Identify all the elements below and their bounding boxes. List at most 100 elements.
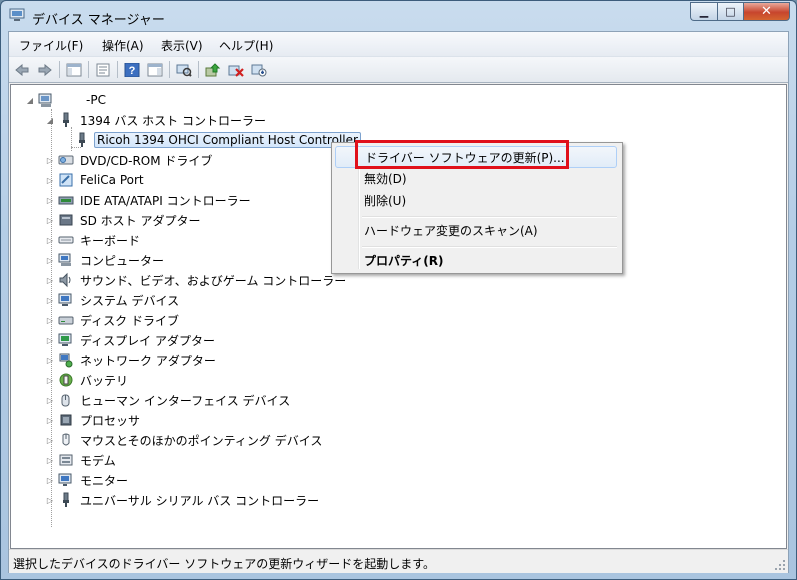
tree-item-batteries[interactable]: ▷ バッテリ — [45, 371, 130, 389]
expand-arrow-icon[interactable]: ▷ — [45, 476, 55, 485]
tree-item-label: モニター — [80, 473, 129, 488]
disk-drive-icon — [58, 312, 74, 328]
tree-item-display-adapters[interactable]: ▷ ディスプレイ アダプター — [45, 331, 217, 349]
tree-item-label: コンピューター — [80, 253, 165, 268]
back-icon[interactable] — [13, 61, 31, 78]
uninstall-menu-item[interactable]: 削除(U) — [335, 189, 617, 211]
window-title: デバイス マネージャー — [32, 13, 165, 28]
tree-root[interactable]: ◢ -PC — [25, 91, 108, 109]
expand-arrow-icon[interactable]: ▷ — [45, 196, 55, 205]
tree-item-usb-controllers[interactable]: ▷ ユニバーサル シリアル バス コントローラー — [45, 491, 321, 509]
processor-icon — [58, 412, 74, 428]
forward-icon[interactable] — [36, 61, 54, 78]
expand-arrow-icon[interactable]: ▷ — [45, 296, 55, 305]
tree-item-sd-host-adapters[interactable]: ▷ SD ホスト アダプター — [45, 211, 203, 229]
resize-grip-icon[interactable] — [774, 559, 786, 571]
expand-arrow-icon[interactable]: ▷ — [45, 216, 55, 225]
tree-item-label: ネットワーク アダプター — [80, 353, 216, 368]
tree-item-label: プロセッサ — [80, 413, 141, 428]
expand-arrow-icon[interactable]: ▷ — [45, 236, 55, 245]
properties-menu-item[interactable]: プロパティ(R) — [335, 249, 617, 271]
disable-menu-item[interactable]: 無効(D) — [335, 167, 617, 189]
properties-icon[interactable] — [94, 61, 112, 78]
menu-help[interactable]: ヘルプ(H) — [219, 37, 273, 54]
expand-arrow-icon[interactable]: ▷ — [45, 496, 55, 505]
monitor-icon — [58, 472, 74, 488]
update-driver-icon[interactable] — [204, 61, 222, 78]
expand-arrow-icon[interactable]: ▷ — [45, 276, 55, 285]
svg-text:?: ? — [129, 65, 136, 77]
tree-item-label: SD ホスト アダプター — [80, 213, 201, 228]
tree-item-modems[interactable]: ▷ モデム — [45, 451, 118, 469]
tree-item-keyboards[interactable]: ▷ キーボード — [45, 231, 142, 249]
tree-item-network-adapters[interactable]: ▷ ネットワーク アダプター — [45, 351, 218, 369]
tree-item-label: マウスとそのほかのポインティング デバイス — [80, 433, 323, 448]
battery-icon — [58, 372, 74, 388]
expand-arrow-icon[interactable]: ▷ — [45, 396, 55, 405]
expand-arrow-icon[interactable]: ▷ — [45, 416, 55, 425]
menu-file[interactable]: ファイル(F) — [19, 37, 83, 54]
felica-port-icon — [58, 172, 74, 188]
tree-item-label: ディスプレイ アダプター — [80, 333, 215, 348]
modem-icon — [58, 452, 74, 468]
tree-root-label: -PC — [86, 93, 106, 107]
tree-item-sound-video-game-controllers[interactable]: ▷ サウンド、ビデオ、およびゲーム コントローラー — [45, 271, 348, 289]
help-icon[interactable]: ? — [123, 61, 141, 78]
computer-icon — [58, 252, 74, 268]
1394-plug-icon — [74, 132, 90, 148]
scan-hardware-icon[interactable] — [175, 61, 193, 78]
collapse-arrow-icon[interactable]: ◢ — [45, 116, 55, 125]
tree-item-label: Ricoh 1394 OHCI Compliant Host Controlle… — [94, 132, 361, 148]
tree-item-mice-pointing-devices[interactable]: ▷ マウスとそのほかのポインティング デバイス — [45, 431, 324, 449]
tree-item-label: IDE ATA/ATAPI コントローラー — [80, 193, 251, 208]
network-adapter-icon — [58, 352, 74, 368]
device-manager-window: デバイス マネージャー ▁ □ ✕ ファイル(F) 操作(A) 表示(V) ヘル… — [0, 0, 797, 580]
tree-item-monitors[interactable]: ▷ モニター — [45, 471, 130, 489]
speaker-icon — [58, 272, 74, 288]
tree-item-dvd-cd-rom-drives[interactable]: ▷ DVD/CD-ROM ドライブ — [45, 151, 214, 169]
tree-item-1394-controllers[interactable]: ◢ 1394 バス ホスト コントローラー — [45, 111, 268, 129]
expand-arrow-icon[interactable]: ▷ — [45, 336, 55, 345]
expand-arrow-icon[interactable]: ▷ — [45, 256, 55, 265]
tree-item-label: DVD/CD-ROM ドライブ — [80, 153, 213, 168]
tree-item-computer[interactable]: ▷ コンピューター — [45, 251, 166, 269]
show-hide-console-tree-icon[interactable] — [65, 61, 83, 78]
scan-hardware-menu-item[interactable]: ハードウェア変更のスキャン(A) — [335, 219, 617, 241]
toolbar: ? — [9, 57, 788, 83]
tree-item-label: バッテリ — [80, 373, 129, 388]
menu-view[interactable]: 表示(V) — [161, 37, 203, 54]
expand-arrow-icon[interactable]: ▷ — [45, 156, 55, 165]
tree-item-ide-ata-atapi-controllers[interactable]: ▷ IDE ATA/ATAPI コントローラー — [45, 191, 253, 209]
keyboard-icon — [58, 232, 74, 248]
menu-bar: ファイル(F) 操作(A) 表示(V) ヘルプ(H) — [9, 32, 788, 57]
client-area: ファイル(F) 操作(A) 表示(V) ヘルプ(H) ? ◢ -PC ◢ 139… — [8, 31, 789, 573]
computer-icon — [38, 92, 54, 108]
close-button[interactable]: ✕ — [743, 2, 790, 21]
1394-plug-icon — [58, 112, 74, 128]
tree-item-processors[interactable]: ▷ プロセッサ — [45, 411, 142, 429]
expand-arrow-icon[interactable]: ▷ — [45, 376, 55, 385]
maximize-button[interactable]: □ — [717, 2, 743, 21]
menu-action[interactable]: 操作(A) — [102, 37, 144, 54]
highlight-annotation-box — [355, 140, 569, 169]
minimize-button[interactable]: ▁ — [690, 2, 717, 21]
expand-arrow-icon[interactable]: ▷ — [45, 456, 55, 465]
expand-arrow-icon[interactable]: ▷ — [45, 316, 55, 325]
disable-icon[interactable] — [250, 61, 268, 78]
collapse-arrow-icon[interactable]: ◢ — [25, 96, 35, 105]
expand-arrow-icon[interactable]: ▷ — [45, 436, 55, 445]
system-device-icon — [58, 292, 74, 308]
tree-item-system-devices[interactable]: ▷ システム デバイス — [45, 291, 181, 309]
expand-arrow-icon[interactable]: ▷ — [45, 176, 55, 185]
tree-item-label: システム デバイス — [80, 293, 180, 308]
uninstall-icon[interactable] — [227, 61, 245, 78]
expand-arrow-icon[interactable]: ▷ — [45, 356, 55, 365]
ide-controller-icon — [58, 192, 74, 208]
show-action-pane-icon[interactable] — [146, 61, 164, 78]
tree-item-felica-port[interactable]: ▷ FeliCa Port — [45, 171, 146, 189]
tree-item-ricoh-1394-controller[interactable]: Ricoh 1394 OHCI Compliant Host Controlle… — [71, 131, 361, 149]
menu-item-label: プロパティ(R) — [364, 253, 444, 268]
tree-item-human-interface-devices[interactable]: ▷ ヒューマン インターフェイス デバイス — [45, 391, 292, 409]
title-bar[interactable]: デバイス マネージャー ▁ □ ✕ — [1, 1, 796, 31]
tree-item-disk-drives[interactable]: ▷ ディスク ドライブ — [45, 311, 181, 329]
